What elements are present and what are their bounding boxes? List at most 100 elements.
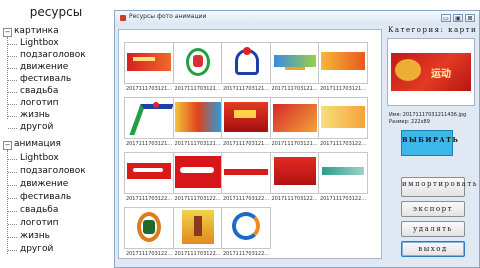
thumbnail-shape (224, 169, 268, 175)
thumbnail-item[interactable]: 2017111703121... (220, 40, 272, 98)
thumbnail-item[interactable]: 2017111703122... (123, 150, 175, 208)
thumbnail-image (221, 152, 271, 194)
thumbnail-item[interactable]: 2017111703121... (172, 40, 224, 98)
import-button[interactable]: импортировать (401, 177, 477, 197)
thumbnail-item[interactable]: 2017111703122... (123, 205, 175, 258)
thumbnail-caption: 2017111703121... (174, 141, 221, 147)
collapse-icon[interactable]: − (3, 28, 12, 37)
preview-text: 运动 (431, 69, 451, 80)
tree-item-other[interactable]: другой (20, 122, 53, 133)
tree-connector (8, 56, 17, 57)
thumbnail-image (269, 152, 320, 194)
thumbnail-item[interactable]: 2017111703122... (269, 150, 321, 208)
delete-button[interactable]: удалять (401, 221, 465, 237)
thumbnail-image (318, 97, 368, 139)
tree-item-lightbox[interactable]: Lightbox (20, 153, 59, 164)
thumbnail-image (124, 97, 174, 139)
export-button[interactable]: экспорт (401, 201, 465, 217)
thumbnail-item[interactable]: 2017111703122... (220, 205, 272, 258)
tree-item-life[interactable]: жизнь (20, 231, 50, 242)
tree-item-subtitle[interactable]: подзаголовок (20, 166, 86, 177)
tree-item-motion[interactable]: движение (20, 62, 68, 73)
tree-connector (8, 198, 17, 199)
thumbnail-image (318, 152, 368, 194)
thumbnail-item[interactable]: 2017111703122... (317, 150, 369, 208)
thumbnail-item[interactable]: 2017111703122... (172, 205, 224, 258)
tree-connector (8, 185, 17, 186)
tree-item-festival[interactable]: фестиваль (20, 74, 71, 85)
thumbnail-item[interactable]: 2017111703121... (269, 95, 321, 153)
tree-item-wedding[interactable]: свадьба (20, 86, 58, 97)
thumbnail-image (172, 97, 223, 139)
close-icon[interactable]: ⊠ (465, 14, 475, 22)
thumbnail-caption: 2017111703122... (125, 196, 173, 202)
thumbnail-item[interactable]: 2017111703122... (172, 150, 224, 208)
thumbnail-image (124, 207, 174, 249)
thumbnail-shape (133, 168, 163, 172)
app-icon (120, 15, 126, 21)
select-button[interactable]: ВЫБИРАТЬ (401, 130, 458, 156)
thumbnail-item[interactable]: 2017111703121... (269, 40, 321, 98)
tree-connector (8, 211, 17, 212)
thumbnail-gallery: 2017111703121... 2017111703121... 20171117… (118, 29, 382, 259)
thumbnail-shape (321, 106, 365, 128)
thumbnail-item[interactable]: 2017111703122... (317, 95, 369, 153)
maximize-icon[interactable]: ▣ (453, 14, 463, 22)
tree-item-other[interactable]: другой (20, 244, 53, 255)
file-size-label: Размер: 222x89 (389, 119, 430, 125)
tree-item-subtitle[interactable]: подзаголовок (20, 50, 86, 61)
tree-item-lightbox[interactable]: Lightbox (20, 38, 59, 49)
thumbnail-caption: 2017111703121... (319, 86, 367, 92)
window-titlebar[interactable]: Ресурсы фото анимации ▭ ▣ ⊠ (115, 11, 479, 25)
thumbnail-image (269, 42, 320, 84)
thumbnail-shape (179, 167, 214, 173)
thumbnail-shape (129, 104, 173, 135)
thumbnail-shape (193, 216, 202, 236)
tree-connector (8, 104, 17, 105)
thumbnail-item[interactable]: 2017111703121... (220, 95, 272, 153)
tree-item-logo[interactable]: логотип (20, 98, 58, 109)
tree-connector (7, 150, 8, 254)
thumbnail-shape (272, 104, 317, 132)
tree-connector (8, 80, 17, 81)
thumbnail-caption: 2017111703122... (125, 251, 173, 257)
thumbnail-image (172, 42, 223, 84)
thumbnail-shape (322, 167, 364, 175)
image-preview: 运动 (387, 38, 475, 106)
preview-decor (395, 59, 421, 81)
tree-item-logo[interactable]: логотип (20, 218, 58, 229)
thumbnail-shape (321, 52, 365, 70)
tree-item-life[interactable]: жизнь (20, 110, 50, 121)
thumbnail-shape (153, 102, 159, 108)
thumbnail-caption: 2017111703122... (222, 196, 270, 202)
thumbnail-image (269, 97, 320, 139)
thumbnail-item[interactable]: 2017111703121... (123, 95, 175, 153)
thumbnail-image (221, 97, 271, 139)
resource-tree-panel: ресурсы − картинка Lightbox подзаголовок… (0, 0, 112, 268)
thumbnail-caption: 2017111703122... (319, 141, 367, 147)
thumbnail-shape (174, 102, 221, 132)
thumbnail-item[interactable]: 2017111703121... (123, 40, 175, 98)
tree-group-animation[interactable]: анимация (14, 139, 61, 150)
resource-window: Ресурсы фото анимации ▭ ▣ ⊠ 201711170312… (114, 10, 480, 268)
thumbnail-shape (243, 47, 251, 55)
tree-group-picture[interactable]: картинка (14, 26, 59, 37)
exit-button[interactable]: выход (401, 241, 465, 257)
thumbnail-item[interactable]: 2017111703121... (172, 95, 224, 153)
tree-connector (8, 116, 17, 117)
tree-item-motion[interactable]: движение (20, 179, 68, 190)
thumbnail-item[interactable]: 2017111703122... (220, 150, 272, 208)
minimize-icon[interactable]: ▭ (441, 14, 451, 22)
thumbnail-item[interactable]: 2017111703121... (317, 40, 369, 98)
tree-connector (8, 250, 17, 251)
tree-connector (8, 44, 17, 45)
thumbnail-caption: 2017111703122... (271, 196, 318, 202)
tree-connector (8, 224, 17, 225)
thumbnail-image (124, 42, 174, 84)
tree-connector (8, 159, 17, 160)
tree-title: ресурсы (29, 5, 83, 19)
thumbnail-caption: 2017111703122... (319, 196, 367, 202)
collapse-icon[interactable]: − (3, 141, 12, 150)
tree-item-wedding[interactable]: свадьба (20, 205, 58, 216)
tree-item-festival[interactable]: фестиваль (20, 192, 71, 203)
